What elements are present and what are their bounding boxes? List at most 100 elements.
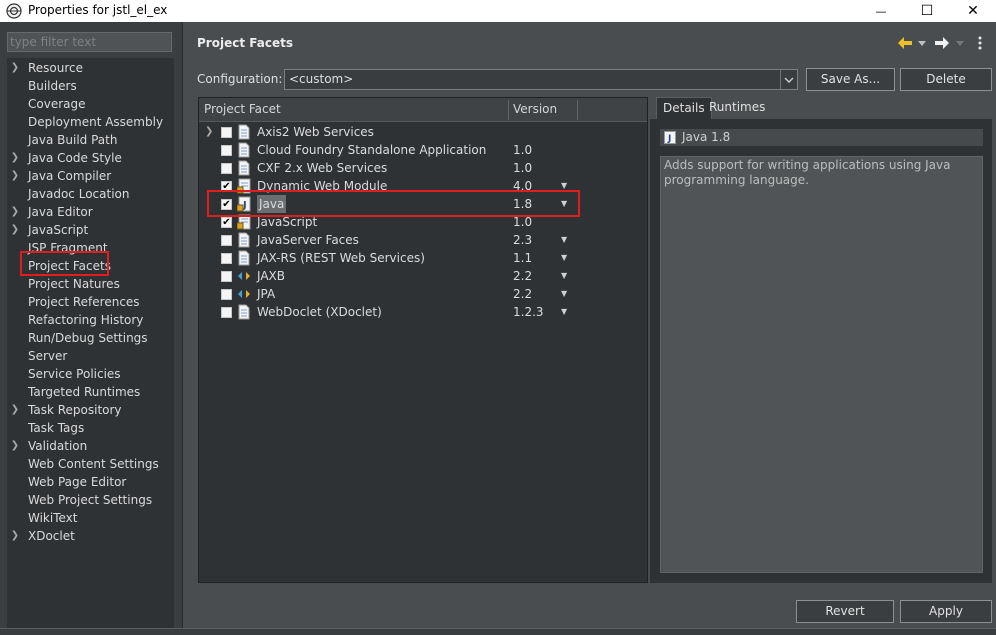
chevron-down-icon[interactable]: ▼: [561, 267, 567, 285]
facet-name: JPA: [257, 287, 276, 301]
column-header-version[interactable]: Version: [513, 102, 557, 116]
facet-checkbox[interactable]: [221, 235, 232, 246]
sidebar-item[interactable]: Service Policies: [7, 365, 174, 383]
close-button[interactable]: ✕: [950, 0, 996, 22]
maximize-button[interactable]: ☐: [904, 0, 950, 22]
properties-tree: ❯ Resource Builders Coverage Deployment Asse…: [7, 58, 174, 628]
sidebar-item[interactable]: ❯ Validation: [7, 437, 174, 455]
sidebar-item[interactable]: Project Natures: [7, 275, 174, 293]
chevron-right-icon[interactable]: ❯: [10, 221, 20, 239]
facet-checkbox[interactable]: [221, 145, 232, 156]
chevron-down-icon[interactable]: ▼: [561, 231, 567, 249]
configuration-value: <custom>: [289, 72, 354, 86]
sidebar-item[interactable]: ❯ Java Compiler: [7, 167, 174, 185]
facet-checkbox[interactable]: ✔: [221, 217, 232, 228]
configuration-select[interactable]: <custom>: [284, 69, 798, 90]
sidebar-item[interactable]: Javadoc Location: [7, 185, 174, 203]
minimize-button[interactable]: —: [858, 0, 904, 22]
apply-button[interactable]: Apply: [900, 600, 992, 623]
sidebar-item[interactable]: Deployment Assembly: [7, 113, 174, 131]
chevron-right-icon[interactable]: ❯: [10, 437, 20, 455]
save-as-button[interactable]: Save As...: [806, 68, 895, 91]
view-menu-button[interactable]: [975, 35, 985, 51]
facet-version[interactable]: 2.3: [513, 231, 532, 249]
sidebar-item[interactable]: Run/Debug Settings: [7, 329, 174, 347]
maximize-icon: ☐: [920, 3, 934, 19]
chevron-right-icon[interactable]: ❯: [10, 149, 20, 167]
chevron-right-icon[interactable]: ❯: [10, 527, 20, 545]
facet-row[interactable]: CXF 2.x Web Services 1.0: [199, 159, 647, 177]
facet-row[interactable]: Cloud Foundry Standalone Application 1.0: [199, 141, 647, 159]
back-menu-button[interactable]: [917, 35, 927, 51]
sidebar-item[interactable]: ❯ Task Repository: [7, 401, 174, 419]
sidebar-item[interactable]: ❯ Java Code Style: [7, 149, 174, 167]
eclipse-app-icon: [6, 3, 22, 19]
chevron-down-icon: [918, 40, 926, 46]
sidebar-item-label: XDoclet: [28, 529, 75, 543]
chevron-right-icon[interactable]: ❯: [10, 59, 20, 77]
facet-row[interactable]: JAXB 2.2 ▼: [199, 267, 647, 285]
sidebar-item[interactable]: Task Tags: [7, 419, 174, 437]
facet-version: 1.0: [513, 161, 533, 175]
forward-button[interactable]: [934, 35, 950, 51]
sidebar-item[interactable]: Web Page Editor: [7, 473, 174, 491]
sidebar-item-label: Javadoc Location: [28, 187, 130, 201]
sidebar-item[interactable]: Web Project Settings: [7, 491, 174, 509]
delete-button[interactable]: Delete: [900, 68, 992, 91]
sidebar-item[interactable]: ❯ XDoclet: [7, 527, 174, 545]
sidebar-item[interactable]: ❯ Java Editor: [7, 203, 174, 221]
revert-button[interactable]: Revert: [796, 600, 894, 623]
facet-version[interactable]: 2.2: [513, 285, 532, 303]
chevron-down-icon[interactable]: ▼: [561, 303, 567, 321]
facet-name: JAXB: [257, 269, 285, 283]
column-header-facet[interactable]: Project Facet: [204, 102, 281, 116]
window-title-bar: Properties for jstl_el_ex — ☐ ✕: [0, 0, 996, 22]
facet-checkbox[interactable]: [221, 253, 232, 264]
facet-row[interactable]: ❯ Axis2 Web Services: [199, 123, 647, 141]
sidebar-item[interactable]: WikiText: [7, 509, 174, 527]
sidebar-item-label: Coverage: [28, 97, 86, 111]
sidebar-item[interactable]: ❯ JavaScript: [7, 221, 174, 239]
sidebar-item[interactable]: Builders: [7, 77, 174, 95]
chevron-right-icon[interactable]: ❯: [205, 123, 213, 141]
facet-version[interactable]: 2.2: [513, 267, 532, 285]
chevron-right-icon[interactable]: ❯: [10, 167, 20, 185]
sidebar-item[interactable]: ❯ Resource: [7, 59, 174, 77]
sidebar-item-label: Deployment Assembly: [28, 115, 164, 129]
facet-row[interactable]: JPA 2.2 ▼: [199, 285, 647, 303]
facet-row[interactable]: JavaServer Faces 2.3 ▼: [199, 231, 647, 249]
chevron-down-icon[interactable]: ▼: [561, 285, 567, 303]
java-facet-highlight-box: [207, 190, 580, 217]
sidebar-item-label: Builders: [28, 79, 77, 93]
sidebar-item[interactable]: Refactoring History: [7, 311, 174, 329]
sidebar-item[interactable]: Java Build Path: [7, 131, 174, 149]
facet-checkbox[interactable]: [221, 307, 232, 318]
back-button[interactable]: [897, 35, 913, 51]
filter-input[interactable]: [7, 32, 172, 52]
sidebar-item[interactable]: Project References: [7, 293, 174, 311]
chevron-down-icon: [780, 70, 797, 89]
chevron-right-icon[interactable]: ❯: [10, 203, 20, 221]
facet-row[interactable]: JAX-RS (REST Web Services) 1.1 ▼: [199, 249, 647, 267]
facet-checkbox[interactable]: [221, 271, 232, 282]
bottom-border: [0, 628, 996, 635]
facet-checkbox[interactable]: [221, 289, 232, 300]
forward-menu-button[interactable]: [955, 35, 965, 51]
sidebar-item-label: Web Page Editor: [28, 475, 127, 489]
sidebar-item[interactable]: Coverage: [7, 95, 174, 113]
sidebar-item[interactable]: Targeted Runtimes: [7, 383, 174, 401]
facet-row[interactable]: WebDoclet (XDoclet) 1.2.3 ▼: [199, 303, 647, 321]
page-title: Project Facets: [197, 36, 293, 50]
facet-version: 1.0: [513, 143, 533, 157]
sidebar-item[interactable]: Server: [7, 347, 174, 365]
table-header: Project Facet Version: [199, 98, 647, 122]
sidebar-item[interactable]: Web Content Settings: [7, 455, 174, 473]
chevron-right-icon[interactable]: ❯: [10, 401, 20, 419]
tab-runtimes[interactable]: Runtimes: [703, 97, 771, 119]
facet-checkbox[interactable]: [221, 163, 232, 174]
facet-name: JavaServer Faces: [257, 233, 359, 247]
facet-version[interactable]: 1.1: [513, 249, 532, 267]
facet-checkbox[interactable]: [221, 127, 232, 138]
facet-version[interactable]: 1.2.3: [513, 303, 544, 321]
chevron-down-icon[interactable]: ▼: [561, 249, 567, 267]
